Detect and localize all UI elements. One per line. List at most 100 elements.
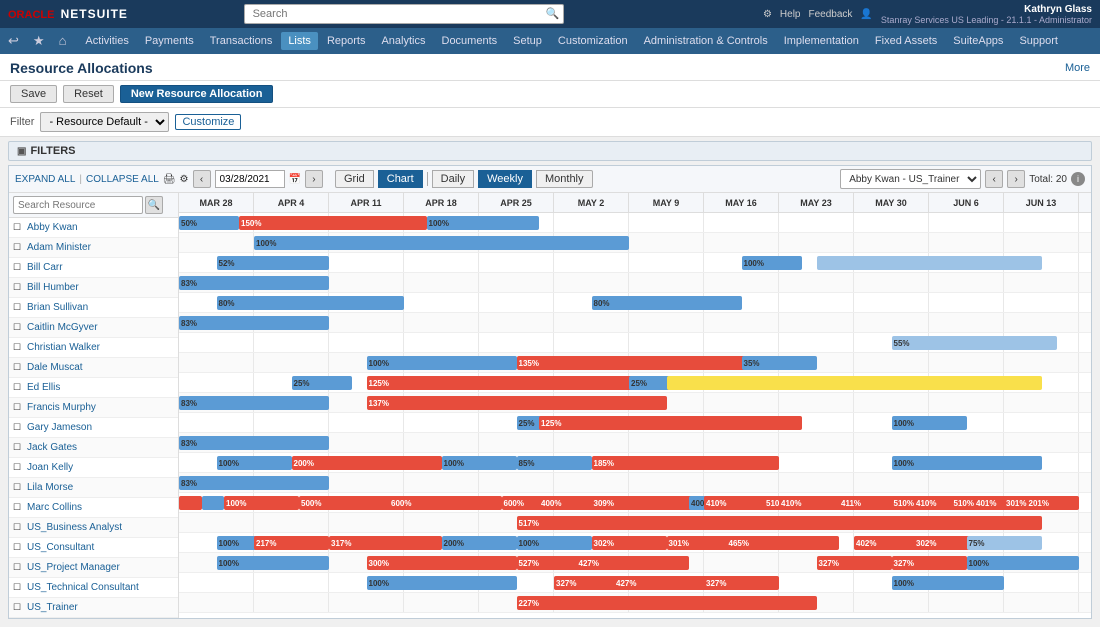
star-icon[interactable]: ★ <box>29 31 49 51</box>
help-link[interactable]: Help <box>780 9 801 20</box>
gantt-bar[interactable]: 35% <box>742 356 817 370</box>
menu-reports[interactable]: Reports <box>320 32 373 50</box>
gantt-bar[interactable]: 201% <box>1027 496 1080 510</box>
resource-name[interactable]: Dale Muscat <box>25 362 178 373</box>
gantt-bar[interactable]: 80% <box>592 296 742 310</box>
resource-checkbox[interactable]: ☐ <box>9 442 25 453</box>
resource-checkbox[interactable]: ☐ <box>9 582 25 593</box>
gantt-bar[interactable]: 100% <box>892 576 1005 590</box>
menu-fixed-assets[interactable]: Fixed Assets <box>868 32 944 50</box>
resource-checkbox[interactable]: ☐ <box>9 242 25 253</box>
menu-analytics[interactable]: Analytics <box>374 32 432 50</box>
gantt-bar[interactable]: 125% <box>367 376 667 390</box>
settings-gantt-icon[interactable]: ⚙ <box>180 174 189 185</box>
resource-checkbox[interactable]: ☐ <box>9 462 25 473</box>
resource-checkbox[interactable]: ☐ <box>9 382 25 393</box>
menu-payments[interactable]: Payments <box>138 32 201 50</box>
resource-name[interactable]: US_Project Manager <box>25 562 178 573</box>
gantt-date-input[interactable] <box>215 170 285 188</box>
customize-button[interactable]: Customize <box>175 114 241 130</box>
gantt-bar[interactable]: 137% <box>367 396 667 410</box>
gantt-bar[interactable]: 100% <box>217 556 330 570</box>
menu-lists[interactable]: Lists <box>281 32 318 50</box>
menu-documents[interactable]: Documents <box>435 32 505 50</box>
gantt-bar[interactable] <box>667 376 1042 390</box>
gantt-bar[interactable]: 100% <box>967 556 1080 570</box>
filters-header[interactable]: ▣ FILTERS <box>9 142 1091 160</box>
resource-prev-button[interactable]: ‹ <box>985 170 1003 188</box>
resource-name[interactable]: Gary Jameson <box>25 422 178 433</box>
resource-checkbox[interactable]: ☐ <box>9 502 25 513</box>
gantt-bar[interactable]: 600% <box>389 496 502 510</box>
new-resource-allocation-button[interactable]: New Resource Allocation <box>120 85 274 103</box>
resource-checkbox[interactable]: ☐ <box>9 342 25 353</box>
menu-customization[interactable]: Customization <box>551 32 635 50</box>
menu-setup[interactable]: Setup <box>506 32 549 50</box>
resource-name[interactable]: Bill Humber <box>25 282 178 293</box>
resource-name[interactable]: Adam Minister <box>25 242 178 253</box>
gantt-bar[interactable]: 100% <box>367 576 517 590</box>
gantt-bar[interactable]: 83% <box>179 396 329 410</box>
gantt-bar[interactable]: 100% <box>442 456 517 470</box>
more-link[interactable]: More <box>1065 62 1090 74</box>
resource-name[interactable]: Joan Kelly <box>25 462 178 473</box>
gantt-bar[interactable]: 100% <box>892 456 1042 470</box>
gantt-bar[interactable]: 85% <box>517 456 592 470</box>
gantt-bar[interactable] <box>202 496 225 510</box>
resource-checkbox[interactable]: ☐ <box>9 402 25 413</box>
resource-checkbox[interactable]: ☐ <box>9 602 25 613</box>
resource-checkbox[interactable]: ☐ <box>9 522 25 533</box>
tab-grid[interactable]: Grid <box>335 170 374 188</box>
info-icon[interactable]: i <box>1071 172 1085 186</box>
resource-name[interactable]: US_Trainer <box>25 602 178 613</box>
tab-daily[interactable]: Daily <box>432 170 474 188</box>
resource-checkbox[interactable]: ☐ <box>9 262 25 273</box>
gantt-bar[interactable]: 185% <box>592 456 780 470</box>
gantt-bar[interactable]: 83% <box>179 476 329 490</box>
gantt-bar[interactable]: 100% <box>254 236 629 250</box>
menu-admin[interactable]: Administration & Controls <box>637 32 775 50</box>
search-input[interactable] <box>244 4 564 24</box>
menu-support[interactable]: Support <box>1012 32 1065 50</box>
gantt-bar[interactable]: 125% <box>539 416 802 430</box>
resource-name[interactable]: Marc Collins <box>25 502 178 513</box>
resource-name[interactable]: US_Consultant <box>25 542 178 553</box>
gantt-bar[interactable]: 50% <box>179 216 239 230</box>
gantt-bar[interactable]: 83% <box>179 316 329 330</box>
calendar-icon[interactable]: 📅 <box>289 174 301 185</box>
resource-checkbox[interactable]: ☐ <box>9 362 25 373</box>
menu-transactions[interactable]: Transactions <box>203 32 280 50</box>
feedback-link[interactable]: Feedback <box>808 9 852 20</box>
resource-search-input[interactable] <box>13 196 143 214</box>
gantt-bar[interactable]: 52% <box>217 256 330 270</box>
expand-all-button[interactable]: EXPAND ALL <box>15 174 75 185</box>
gantt-bar[interactable]: 150% <box>239 216 427 230</box>
resource-name[interactable]: Jack Gates <box>25 442 178 453</box>
gantt-bar[interactable]: 100% <box>517 536 592 550</box>
gantt-bar[interactable] <box>817 256 1042 270</box>
resource-checkbox[interactable]: ☐ <box>9 482 25 493</box>
resource-checkbox[interactable]: ☐ <box>9 542 25 553</box>
gantt-bar[interactable]: 100% <box>892 416 967 430</box>
gantt-bar[interactable]: 83% <box>179 276 329 290</box>
gantt-next-button[interactable]: › <box>305 170 323 188</box>
resource-name[interactable]: US_Business Analyst <box>25 522 178 533</box>
gantt-bar[interactable]: 427% <box>577 556 690 570</box>
menu-implementation[interactable]: Implementation <box>777 32 866 50</box>
resource-checkbox[interactable]: ☐ <box>9 422 25 433</box>
gantt-bar[interactable]: 327% <box>817 556 892 570</box>
menu-suiteapps[interactable]: SuiteApps <box>946 32 1010 50</box>
resource-name[interactable]: Caitlin McGyver <box>25 322 178 333</box>
gantt-bar[interactable]: 100% <box>367 356 517 370</box>
home-icon[interactable]: ↩ <box>4 31 23 51</box>
gantt-bar[interactable]: 327% <box>704 576 779 590</box>
resource-checkbox[interactable]: ☐ <box>9 222 25 233</box>
gantt-bar[interactable]: 309% <box>592 496 705 510</box>
resource-next-button[interactable]: › <box>1007 170 1025 188</box>
gantt-bar[interactable]: 465% <box>727 536 840 550</box>
menu-activities[interactable]: Activities <box>78 32 135 50</box>
filter-select[interactable]: - Resource Default - <box>40 112 169 132</box>
gantt-bar[interactable]: 135% <box>517 356 780 370</box>
resource-name[interactable]: Ed Ellis <box>25 382 178 393</box>
gantt-bar[interactable]: 80% <box>217 296 405 310</box>
